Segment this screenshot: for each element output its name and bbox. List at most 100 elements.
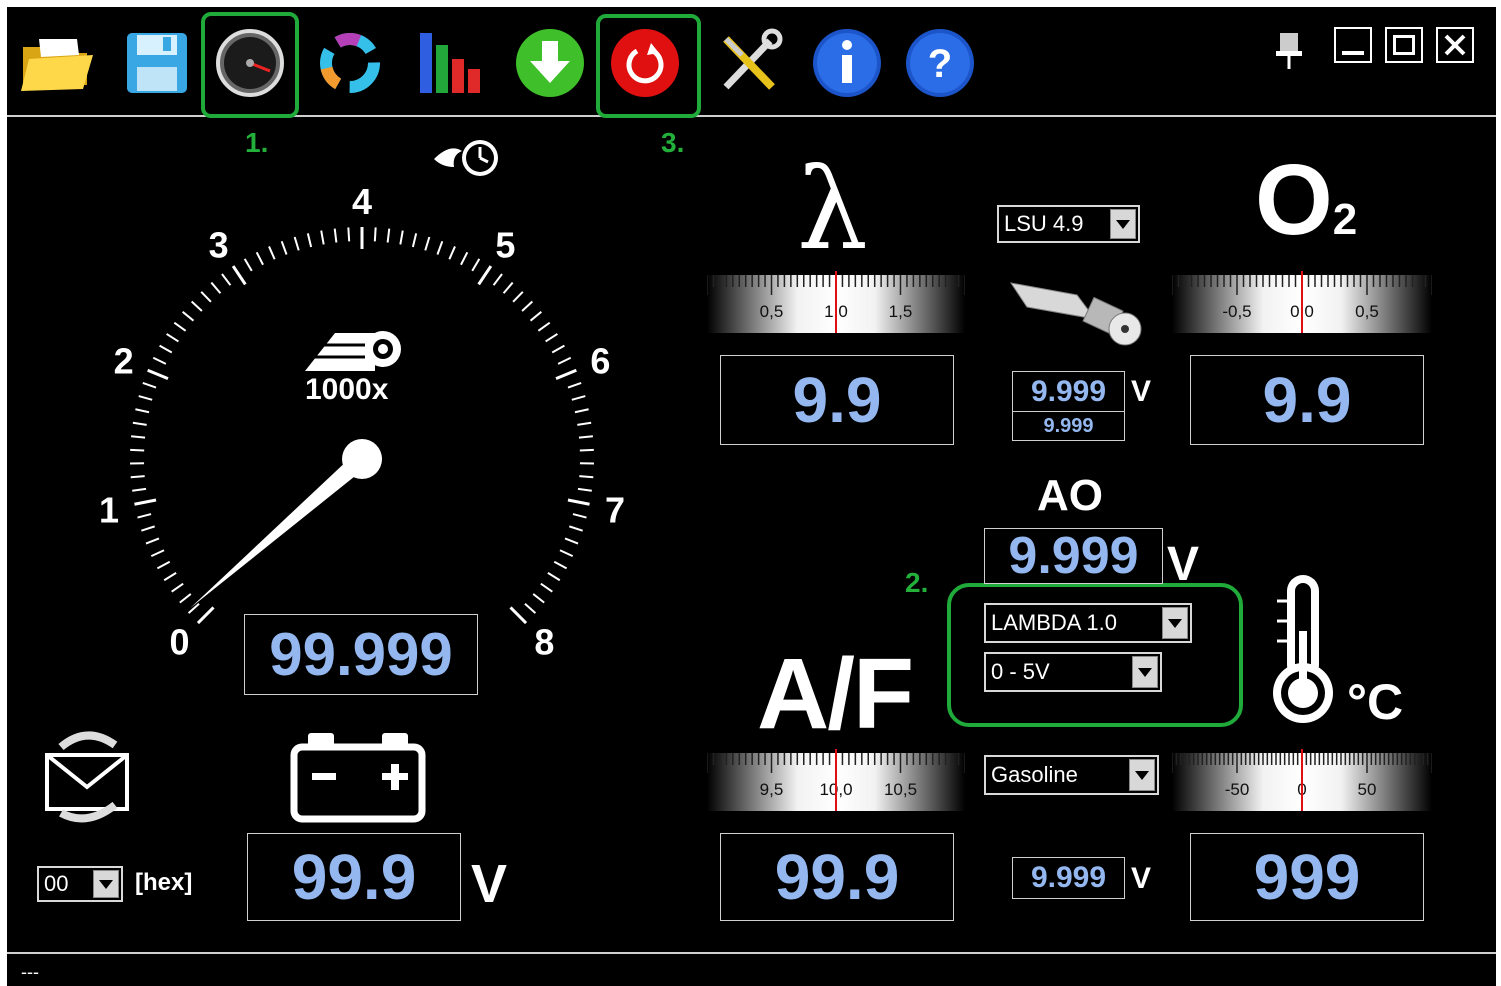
lambda-symbol: λ: [797, 145, 868, 275]
fuel-type-select[interactable]: Gasoline: [984, 755, 1159, 795]
gauge-tick: [133, 423, 147, 425]
analog-out-mode-select[interactable]: LAMBDA 1.0: [984, 603, 1192, 643]
scale-label: 0,5: [760, 302, 784, 321]
chevron-down-icon: [1129, 759, 1155, 791]
gauge-tick: [245, 259, 252, 271]
gauge-tick: [141, 526, 154, 530]
battery-icon: [290, 731, 426, 823]
open-folder-icon[interactable]: [17, 25, 93, 101]
scale-label: 50: [1358, 780, 1377, 799]
gauge-tick: [201, 292, 211, 302]
gauge-needle: [190, 452, 368, 608]
info-icon[interactable]: [809, 25, 885, 101]
gauge-tick: [172, 584, 183, 592]
thermometer-icon: [1263, 571, 1343, 727]
gauge-tick: [580, 450, 594, 451]
scale-label: -50: [1225, 780, 1250, 799]
status-bar: ---: [7, 952, 1496, 986]
gauge-tick: [425, 237, 429, 250]
af-title: A/F: [757, 637, 912, 752]
gauge-tick: [504, 283, 513, 294]
tools-icon[interactable]: [712, 25, 788, 101]
status-text: ---: [21, 962, 39, 983]
sensor-voltage-unit: V: [1131, 375, 1151, 409]
scale-label: 0,5: [1355, 302, 1379, 321]
svg-text:?: ?: [928, 42, 952, 86]
scale-label: 10,5: [884, 780, 917, 799]
chevron-down-icon: [1110, 209, 1136, 239]
chevron-down-icon: [1132, 656, 1158, 688]
gauge-tick: [565, 538, 578, 543]
gauge-tick: [568, 383, 581, 388]
download-arrow-icon[interactable]: [512, 25, 588, 101]
gauge-multiplier: 1000x: [305, 373, 388, 407]
gauge-tick: [556, 370, 576, 378]
minimize-button[interactable]: [1334, 27, 1372, 63]
gauge-tick-label: 0: [170, 621, 190, 662]
analog-out-voltage-readout: 9.999: [984, 528, 1163, 584]
gauge-tick: [134, 500, 156, 504]
gauge-tick: [579, 436, 593, 437]
highlight-reset: [596, 14, 701, 118]
gauge-tick: [494, 274, 502, 285]
save-disk-icon[interactable]: [119, 25, 195, 101]
gauge-tick: [222, 274, 230, 285]
sensor-type-select[interactable]: LSU 4.9: [997, 205, 1140, 243]
chevron-down-icon: [93, 870, 119, 898]
gauge-tick-label: 8: [534, 621, 554, 662]
turbo-icon: [305, 327, 405, 373]
gauge-tick: [143, 383, 156, 388]
gauge-tick: [577, 423, 591, 425]
gauge-tick: [132, 489, 146, 491]
rpm-readout: 99.999: [244, 614, 478, 695]
temperature-scale: -50050: [1172, 745, 1432, 811]
maximize-button[interactable]: [1385, 27, 1423, 63]
gauge-tick: [533, 594, 544, 603]
gauge-tick: [164, 573, 176, 580]
scale-label: -0,5: [1222, 302, 1251, 321]
gauge-tick: [180, 594, 191, 603]
gauge-tick: [308, 233, 311, 247]
refresh-cycle-icon[interactable]: [312, 25, 388, 101]
gauge-tick: [138, 514, 152, 518]
gauge-tick: [572, 396, 585, 400]
hex-select[interactable]: 00: [37, 866, 123, 902]
gauge-tick: [388, 229, 390, 243]
gauge-tick-label: 1: [99, 489, 119, 530]
gauge-tick: [151, 550, 164, 556]
gauge-tick: [348, 227, 349, 241]
gauge-tick: [269, 246, 275, 259]
sync-mail-icon[interactable]: [35, 727, 139, 823]
gauge-tick-label: 4: [352, 181, 372, 222]
sensor-type-value: LSU 4.9: [1004, 211, 1084, 237]
gauge-tick: [135, 409, 149, 412]
af-scale: 9,510,010,5: [707, 745, 965, 811]
gauge-tick: [548, 573, 560, 580]
gauge-tick: [413, 233, 416, 247]
analog-out-range-select[interactable]: 0 - 5V: [984, 652, 1162, 692]
close-button[interactable]: [1436, 27, 1474, 63]
analog-out-voltage-unit: V: [1167, 537, 1199, 592]
bar-chart-icon[interactable]: [412, 25, 488, 101]
gauge-tick-label: 7: [605, 489, 625, 530]
pin-icon[interactable]: [1272, 27, 1308, 69]
step-label-2: 2.: [905, 567, 928, 599]
gauge-tick: [183, 312, 194, 321]
gauge-tick: [472, 259, 479, 271]
help-icon[interactable]: ?: [902, 25, 978, 101]
gauge-tick: [525, 604, 535, 613]
gauge-tick: [479, 266, 491, 284]
gauge-tick: [510, 607, 526, 623]
gauge-tick: [569, 526, 582, 530]
gauge-tick: [375, 227, 376, 241]
gauge-tick: [513, 292, 523, 302]
gauge-tick: [573, 514, 587, 518]
chevron-down-icon: [1162, 607, 1188, 639]
gauge-tick: [192, 302, 202, 312]
gauge-tick: [189, 604, 199, 613]
gauge-tick: [560, 550, 573, 556]
analog-out-range-value: 0 - 5V: [991, 659, 1050, 685]
scale-label: 1,5: [889, 302, 913, 321]
o2-symbol: O2: [1255, 143, 1357, 258]
o2-symbol-subscript: 2: [1333, 195, 1357, 244]
